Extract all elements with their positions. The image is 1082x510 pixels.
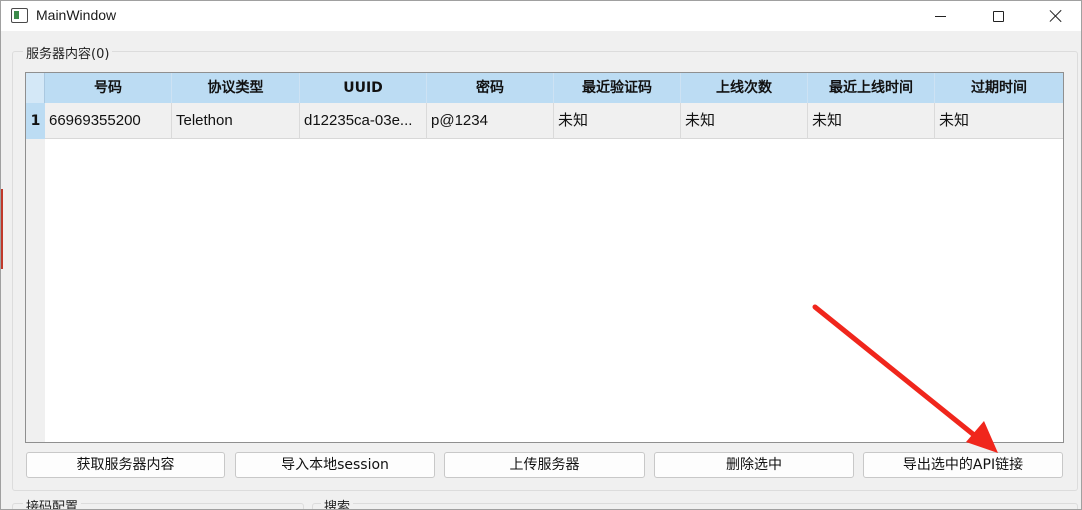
column-header-last-code[interactable]: 最近验证码 xyxy=(554,73,681,103)
column-header-uuid[interactable]: UUID xyxy=(300,73,427,103)
cell-expiry[interactable]: 未知 xyxy=(935,103,1063,139)
cell-phone[interactable]: 66969355200 xyxy=(45,103,172,139)
row-header-1[interactable]: 1 xyxy=(26,103,45,139)
close-button[interactable] xyxy=(1027,1,1081,31)
window-title: MainWindow xyxy=(36,7,117,23)
delete-selected-button[interactable]: 删除选中 xyxy=(654,452,854,478)
row-header-column xyxy=(26,103,45,442)
server-content-group-title: 服务器内容(0) xyxy=(23,43,113,62)
cell-online-count[interactable]: 未知 xyxy=(681,103,808,139)
column-header-expiry[interactable]: 过期时间 xyxy=(935,73,1063,103)
column-header-last-online[interactable]: 最近上线时间 xyxy=(808,73,935,103)
import-local-session-button[interactable]: 导入本地session xyxy=(235,452,435,478)
main-window: MainWindow 服务器内容(0) 号码 协议类型 UUID 密码 最近验证… xyxy=(0,0,1082,510)
column-header-phone[interactable]: 号码 xyxy=(45,73,172,103)
accounts-table[interactable]: 号码 协议类型 UUID 密码 最近验证码 上线次数 最近上线时间 过期时间 1… xyxy=(25,72,1064,443)
column-header-password[interactable]: 密码 xyxy=(427,73,554,103)
cell-last-online[interactable]: 未知 xyxy=(808,103,935,139)
cell-uuid[interactable]: d12235ca-03e... xyxy=(300,103,427,139)
code-config-group-title: 接码配置 xyxy=(23,496,82,509)
table-row[interactable]: 66969355200 Telethon d12235ca-03e... p@1… xyxy=(45,103,1063,139)
left-edge-mark xyxy=(1,189,3,269)
close-icon xyxy=(1049,9,1063,23)
minimize-button[interactable] xyxy=(911,1,969,31)
upload-server-button[interactable]: 上传服务器 xyxy=(444,452,645,478)
minimize-icon xyxy=(934,15,946,17)
export-api-link-button[interactable]: 导出选中的API链接 xyxy=(863,452,1063,478)
column-header-online-count[interactable]: 上线次数 xyxy=(681,73,808,103)
cell-last-code[interactable]: 未知 xyxy=(554,103,681,139)
app-icon xyxy=(11,8,28,23)
fetch-server-content-button[interactable]: 获取服务器内容 xyxy=(26,452,225,478)
maximize-button[interactable] xyxy=(969,1,1027,31)
title-bar: MainWindow xyxy=(1,1,1081,31)
maximize-icon xyxy=(992,10,1004,22)
table-corner-button[interactable] xyxy=(26,73,45,103)
search-group xyxy=(312,503,1078,509)
cell-protocol[interactable]: Telethon xyxy=(172,103,300,139)
table-header: 号码 协议类型 UUID 密码 最近验证码 上线次数 最近上线时间 过期时间 xyxy=(26,73,1063,103)
search-group-title: 搜索 xyxy=(321,496,354,509)
cell-password[interactable]: p@1234 xyxy=(427,103,554,139)
column-header-protocol[interactable]: 协议类型 xyxy=(172,73,300,103)
